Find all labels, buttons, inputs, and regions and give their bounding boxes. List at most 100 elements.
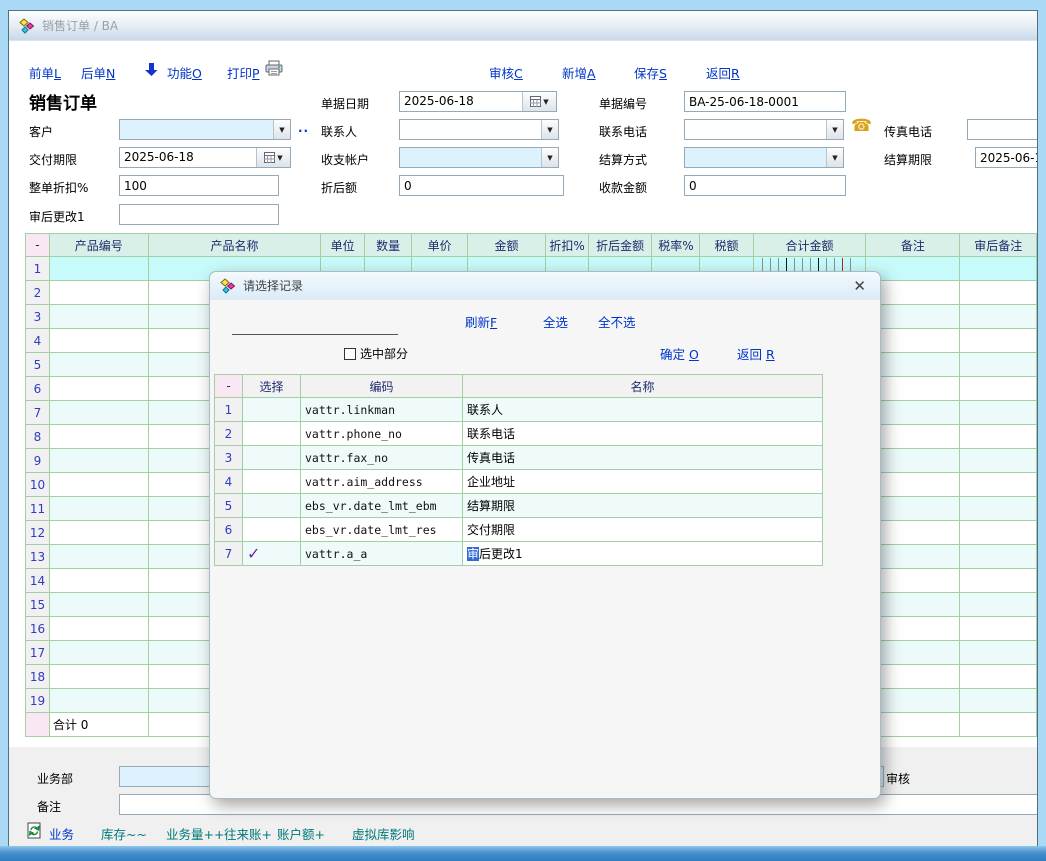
settle-method-select[interactable]: ▼ <box>684 147 844 168</box>
chevron-down-icon[interactable]: ▼ <box>273 120 290 139</box>
grid-cell[interactable] <box>49 353 148 377</box>
grid-cell[interactable] <box>49 425 148 449</box>
name-cell[interactable]: 传真电话 <box>463 446 823 470</box>
customer-browse-dots[interactable]: .. <box>298 121 309 135</box>
checkbox-icon[interactable] <box>344 348 356 360</box>
grid-cell[interactable] <box>49 329 148 353</box>
function-menu-button[interactable]: 功能O <box>167 63 202 82</box>
doc-date-picker[interactable]: 2025-06-18 ▼ <box>399 91 557 112</box>
row-number[interactable]: 5 <box>215 494 243 518</box>
code-cell[interactable]: vattr.aim_address <box>301 470 463 494</box>
discount-input[interactable] <box>119 175 279 196</box>
grid-cell[interactable] <box>49 545 148 569</box>
footer-link-business[interactable]: 业务 <box>49 824 74 843</box>
grid-cell[interactable] <box>960 665 1037 689</box>
select-cell[interactable] <box>243 422 301 446</box>
select-cell[interactable] <box>243 470 301 494</box>
grid-cell[interactable] <box>960 353 1037 377</box>
row-number[interactable]: 8 <box>26 425 50 449</box>
selected-cell[interactable] <box>49 257 148 281</box>
delivery-date-picker[interactable]: 2025-06-18 ▼ <box>119 147 291 168</box>
prev-order-button[interactable]: 前单L <box>29 63 61 82</box>
post-change-input[interactable] <box>119 204 279 225</box>
row-number[interactable]: 16 <box>26 617 50 641</box>
chevron-down-icon[interactable]: ▼ <box>826 120 843 139</box>
footer-link-volume[interactable]: 业务量++ <box>166 824 224 843</box>
filter-input[interactable] <box>232 317 398 335</box>
customer-select[interactable]: ▼ <box>119 119 291 140</box>
name-cell[interactable]: 联系电话 <box>463 422 823 446</box>
row-number[interactable]: 19 <box>26 689 50 713</box>
grid-cell[interactable] <box>960 593 1037 617</box>
select-cell[interactable] <box>243 494 301 518</box>
grid-cell[interactable] <box>960 305 1037 329</box>
row-number[interactable]: 1 <box>215 398 243 422</box>
add-new-button[interactable]: 新增A <box>562 63 596 82</box>
grid-cell[interactable] <box>960 521 1037 545</box>
row-number[interactable]: 2 <box>215 422 243 446</box>
row-number[interactable]: 14 <box>26 569 50 593</box>
chevron-down-icon[interactable]: ▼ <box>541 148 558 167</box>
grid-cell[interactable] <box>49 641 148 665</box>
grid-cell[interactable] <box>49 449 148 473</box>
name-cell[interactable]: 交付期限 <box>463 518 823 542</box>
fax-input[interactable] <box>967 119 1038 140</box>
grid-cell[interactable] <box>960 641 1037 665</box>
grid-cell[interactable] <box>49 521 148 545</box>
grid-cell[interactable] <box>49 377 148 401</box>
dialog-return-button[interactable]: 返回 R <box>737 344 775 363</box>
grid-cell[interactable] <box>960 689 1037 713</box>
select-all-button[interactable]: 全选 <box>543 312 568 331</box>
select-cell[interactable]: ✓ <box>243 542 301 566</box>
doc-no-input[interactable] <box>684 91 846 112</box>
row-number[interactable]: 6 <box>215 518 243 542</box>
chevron-down-icon[interactable]: ▼ <box>541 120 558 139</box>
grid-cell[interactable] <box>49 473 148 497</box>
calendar-dropdown-button[interactable]: ▼ <box>522 92 556 111</box>
grid-cell[interactable] <box>960 473 1037 497</box>
row-number[interactable]: 4 <box>215 470 243 494</box>
grid-cell[interactable] <box>960 257 1037 281</box>
name-cell[interactable]: 审后更改1 <box>463 542 823 566</box>
grid-cell[interactable] <box>49 497 148 521</box>
name-cell[interactable]: 联系人 <box>463 398 823 422</box>
grid-cell[interactable] <box>960 545 1037 569</box>
grid-cell[interactable] <box>960 377 1037 401</box>
select-none-button[interactable]: 全不选 <box>598 312 636 331</box>
account-select[interactable]: ▼ <box>399 147 559 168</box>
received-amount-input[interactable] <box>684 175 846 196</box>
printer-icon[interactable] <box>265 60 283 76</box>
grid-cell[interactable] <box>49 689 148 713</box>
print-button[interactable]: 打印P <box>227 63 260 82</box>
row-number[interactable]: 3 <box>26 305 50 329</box>
code-cell[interactable]: vattr.a_a <box>301 542 463 566</box>
footer-link-inventory[interactable]: 库存~~ <box>101 824 147 843</box>
row-number[interactable]: 11 <box>26 497 50 521</box>
down-arrow-icon[interactable] <box>145 62 158 77</box>
partial-select-checkbox[interactable]: 选中部分 <box>344 345 408 362</box>
row-number[interactable]: 9 <box>26 449 50 473</box>
grid-cell[interactable] <box>960 401 1037 425</box>
footer-link-balance[interactable]: 账户额+ <box>277 824 325 843</box>
row-number[interactable]: 15 <box>26 593 50 617</box>
close-icon[interactable]: ✕ <box>849 277 870 295</box>
phone-select[interactable]: ▼ <box>684 119 844 140</box>
grid-cell[interactable] <box>960 497 1037 521</box>
row-number[interactable]: 4 <box>26 329 50 353</box>
document-refresh-icon[interactable] <box>27 822 42 839</box>
refresh-button[interactable]: 刷新F <box>465 312 497 331</box>
after-discount-input[interactable] <box>399 175 564 196</box>
grid-cell[interactable] <box>49 281 148 305</box>
name-cell[interactable]: 企业地址 <box>463 470 823 494</box>
grid-cell[interactable] <box>49 569 148 593</box>
grid-cell[interactable] <box>49 665 148 689</box>
grid-cell[interactable] <box>960 329 1037 353</box>
row-number[interactable]: 2 <box>26 281 50 305</box>
row-number[interactable]: 13 <box>26 545 50 569</box>
grid-cell[interactable] <box>960 281 1037 305</box>
row-number[interactable]: 10 <box>26 473 50 497</box>
code-cell[interactable]: vattr.linkman <box>301 398 463 422</box>
row-number[interactable]: 18 <box>26 665 50 689</box>
grid-cell[interactable] <box>960 617 1037 641</box>
footer-link-virtual[interactable]: 虚拟库影响 <box>352 824 415 843</box>
